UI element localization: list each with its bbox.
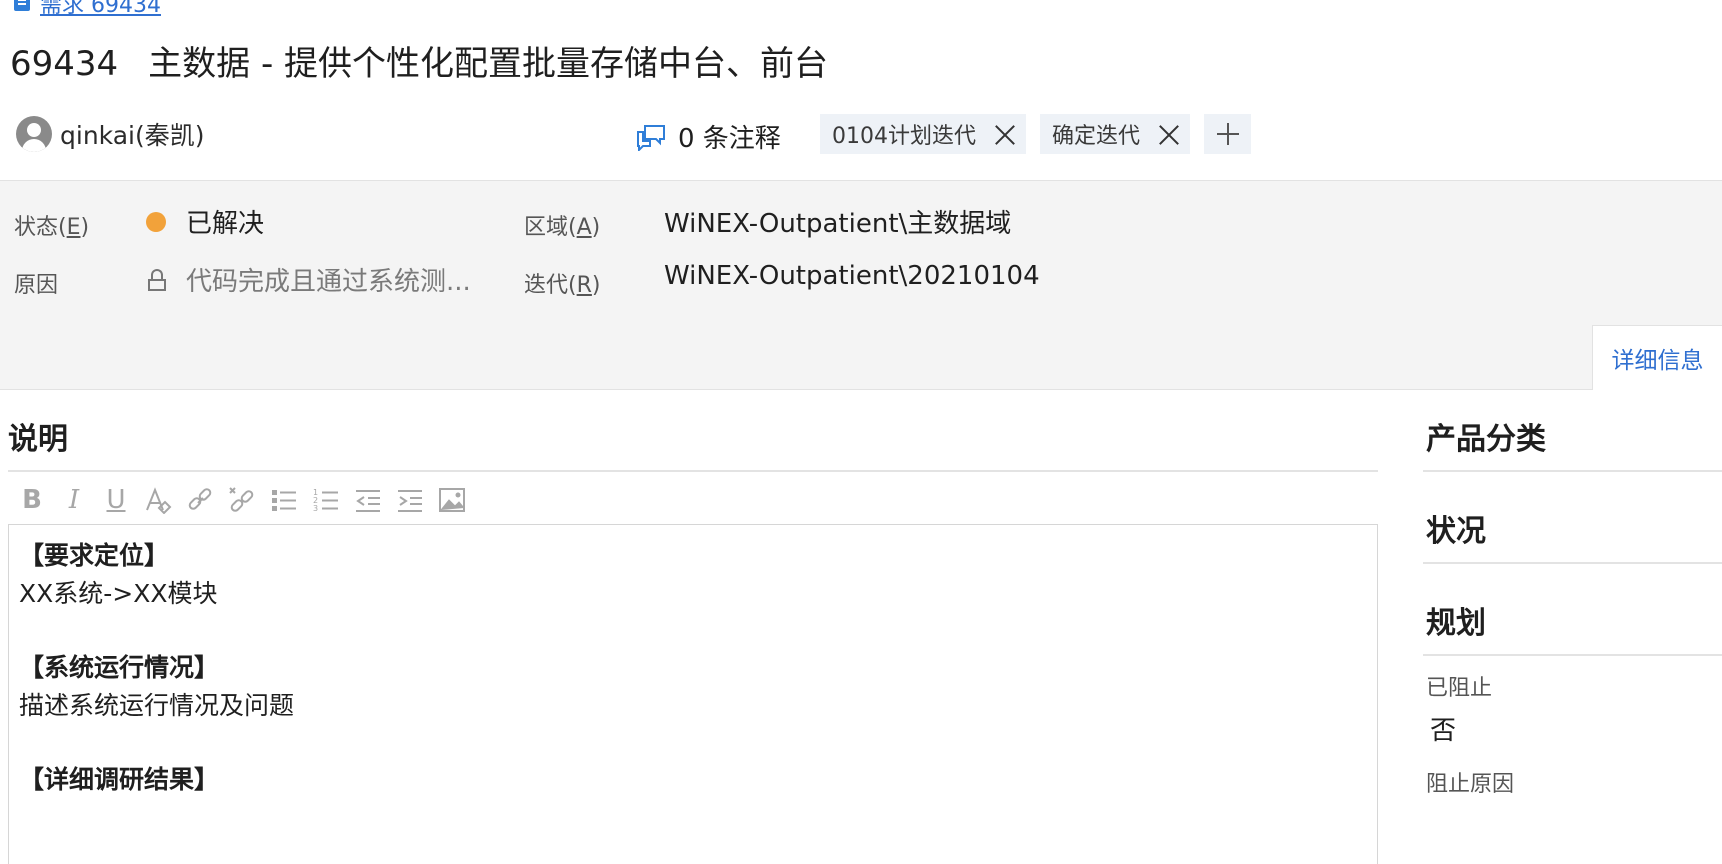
description-line: 描述系统运行情况及问题 [19,691,295,720]
comment-icon [636,123,666,152]
area-value: WiNEX-Outpatient\主数据域 [664,209,1012,239]
italic-icon[interactable]: I [60,484,88,516]
tag-list: 0104计划迭代 确定迭代 [820,114,1252,154]
state-label: 状态(E) [14,215,90,240]
state-indicator [146,211,166,232]
iteration-field[interactable]: WiNEX-Outpatient\20210104 [664,261,1040,291]
description-divider [8,470,1378,472]
clear-format-icon[interactable] [144,484,172,516]
work-item-type-icon [14,0,30,11]
unlink-icon[interactable] [228,484,256,516]
reason-field: 代码完成且通过系统测... [148,261,471,298]
add-tag-button[interactable] [1204,114,1252,154]
planning-heading[interactable]: 规划 [1426,598,1486,642]
assignee-name: qinkai(秦凯) [60,121,205,150]
area-label: 区域(A) [524,215,601,240]
assignee-picker[interactable]: qinkai(秦凯) [16,116,204,152]
description-line: 【要求定位】 [19,541,170,570]
iteration-value: WiNEX-Outpatient\20210104 [664,261,1040,291]
state-label-wrap: 状态(E) [14,209,89,241]
comment-count: 0 条注释 [678,124,781,154]
block-reason-label: 阻止原因 [1426,772,1515,797]
close-icon[interactable] [994,123,1016,145]
state-value: 已解决 [186,209,265,239]
iteration-label-wrap: 迭代(R) [524,267,601,299]
underline-icon[interactable]: U [102,484,130,516]
description-line: 【系统运行情况】 [19,653,220,682]
divider [1423,654,1722,656]
avatar [16,116,52,152]
tab-details[interactable]: 详细信息 [1592,325,1722,390]
svg-text:3: 3 [313,504,318,513]
description-line: 【详细调研结果】 [19,765,220,794]
link-icon[interactable] [186,484,214,516]
breadcrumb: 需求 69434 [14,0,161,18]
bulleted-list-icon[interactable] [270,484,298,516]
numbered-list-icon[interactable]: 123 [312,484,340,516]
area-label-wrap: 区域(A) [524,209,600,241]
editor-toolbar: B I U 123 [18,484,466,516]
reason-label: 原因 [14,273,59,298]
tag-label: 0104计划迭代 [832,124,976,149]
close-icon[interactable] [1158,123,1180,145]
reason-label-wrap: 原因 [14,267,58,299]
work-item-title[interactable]: 主数据 - 提供个性化配置批量存储中台、前台 [148,36,828,85]
area-field[interactable]: WiNEX-Outpatient\主数据域 [664,203,1011,240]
comments-link[interactable]: 0 条注释 [636,118,781,155]
fields-panel: 状态(E) 已解决 区域(A) WiNEX-Outpatient\主数据域 原因… [0,180,1722,390]
tab-details-label: 详细信息 [1611,348,1704,374]
work-item-header: 69434 主数据 - 提供个性化配置批量存储中台、前台 [10,36,828,85]
tag-item: 确定迭代 [1040,114,1191,154]
tag-label: 确定迭代 [1052,124,1141,149]
indent-icon[interactable] [396,484,424,516]
outdent-icon[interactable] [354,484,382,516]
state-field[interactable]: 已解决 [146,203,264,240]
bold-icon[interactable]: B [18,484,46,516]
reason-value: 代码完成且通过系统测... [186,267,471,297]
divider [1423,470,1722,472]
lock-icon [148,268,166,291]
work-item-link[interactable]: 需求 69434 [40,0,161,19]
tag-item: 0104计划迭代 [820,114,1026,154]
description-heading: 说明 [8,422,68,457]
blocked-label: 已阻止 [1426,676,1493,701]
meta-row: qinkai(秦凯) 0 条注释 0104计划迭代 确定迭代 [0,108,1722,180]
iteration-label: 迭代(R) [524,273,601,298]
divider [1423,562,1722,564]
product-category-heading[interactable]: 产品分类 [1426,414,1546,458]
status-heading[interactable]: 状况 [1426,506,1486,550]
image-icon[interactable] [438,484,466,516]
description-editor[interactable]: 【要求定位】 XX系统->XX模块 【系统运行情况】 描述系统运行情况及问题 【… [8,524,1378,864]
blocked-value[interactable]: 否 [1430,710,1456,747]
description-line: XX系统->XX模块 [19,579,218,608]
work-item-id: 69434 [10,44,119,84]
